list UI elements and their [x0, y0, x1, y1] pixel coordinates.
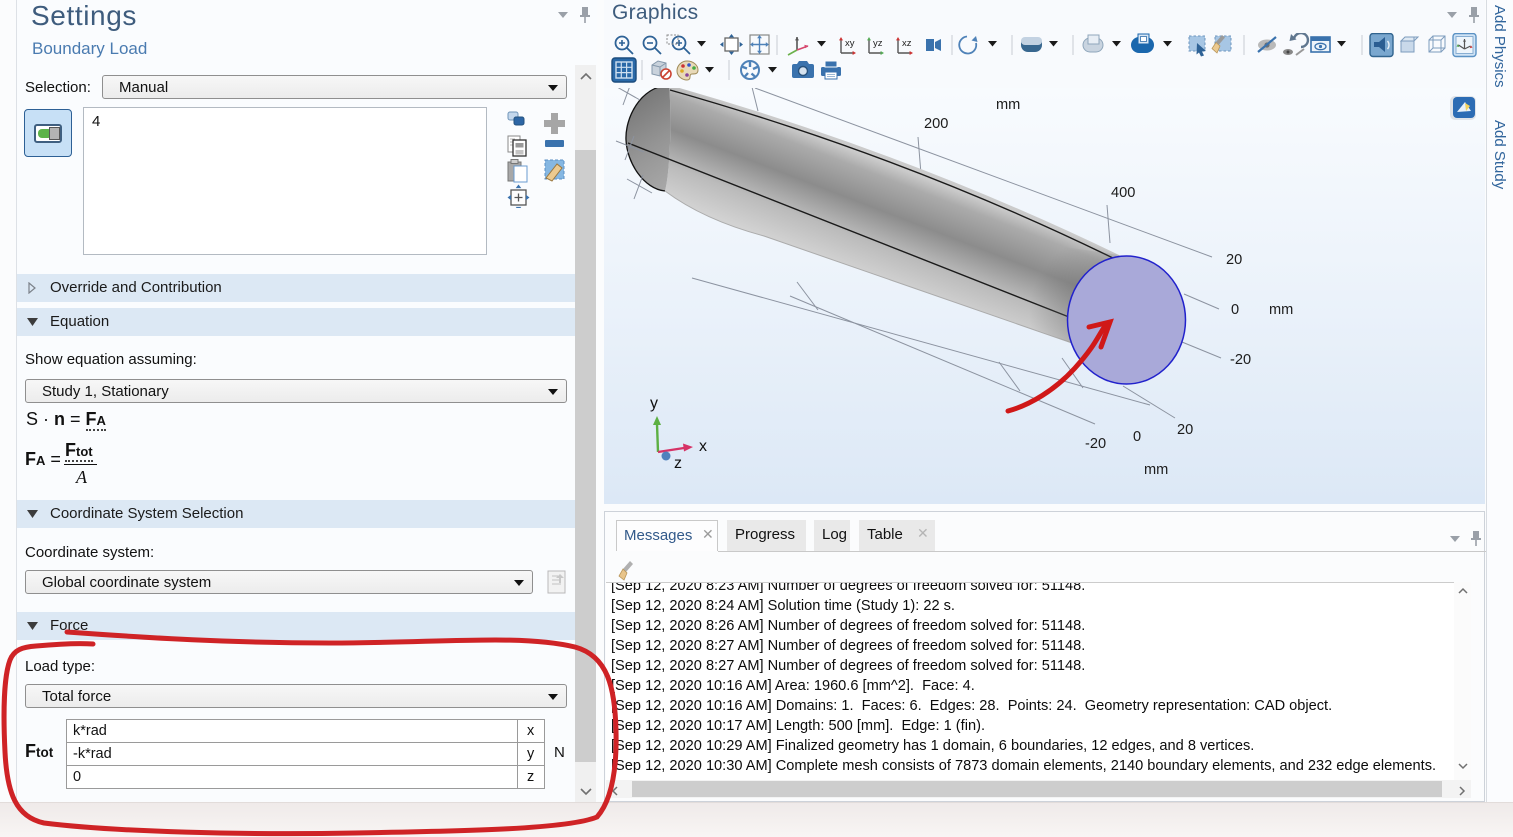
svg-text:-20: -20 — [1230, 352, 1251, 368]
svg-text:y: y — [650, 395, 658, 412]
svg-text:200: 200 — [924, 116, 948, 132]
svg-text:400: 400 — [1111, 185, 1135, 201]
svg-text:mm: mm — [1269, 302, 1293, 318]
svg-text:x: x — [699, 438, 707, 455]
svg-text:mm: mm — [996, 97, 1020, 113]
svg-text:xy: xy — [845, 38, 855, 49]
svg-text:0: 0 — [1231, 302, 1239, 318]
svg-text:mm: mm — [1144, 462, 1168, 478]
svg-text:20: 20 — [1226, 252, 1242, 268]
svg-text:xz: xz — [902, 38, 912, 49]
svg-text:20: 20 — [1177, 422, 1193, 438]
svg-text:z: z — [674, 455, 682, 472]
svg-text:-20: -20 — [1085, 436, 1106, 452]
svg-text:0: 0 — [1133, 429, 1141, 445]
svg-text:yz: yz — [873, 38, 883, 49]
